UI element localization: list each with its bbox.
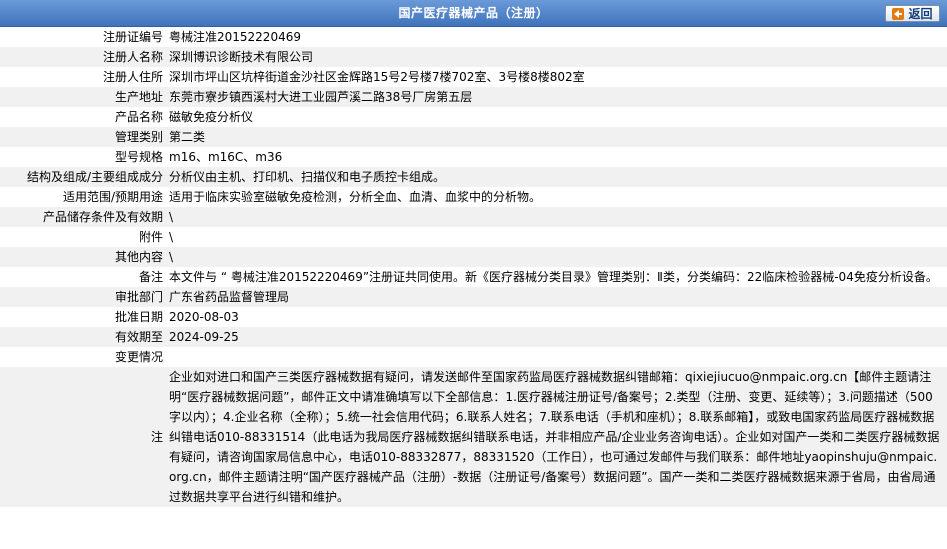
table-row: 型号规格 m16、m16C、m36: [0, 147, 947, 167]
field-value: 2024-09-25: [166, 327, 947, 347]
page-title: 国产医疗器械产品（注册）: [398, 6, 549, 20]
table-row: 批准日期 2020-08-03: [0, 307, 947, 327]
field-label: 变更情况: [0, 347, 166, 367]
field-value: 2020-08-03: [166, 307, 947, 327]
field-label: 注册人住所: [0, 67, 166, 87]
table-row: 注册人名称 深圳博识诊断技术有限公司: [0, 47, 947, 67]
field-value: m16、m16C、m36: [166, 147, 947, 167]
field-value: 广东省药品监督管理局: [166, 287, 947, 307]
table-row: 备注 本文件与 “ 粤械注准20152220469”注册证共同使用。新《医疗器械…: [0, 267, 947, 287]
field-value: 分析仪由主机、打印机、扫描仪和电子质控卡组成。: [166, 167, 947, 187]
table-row: 审批部门 广东省药品监督管理局: [0, 287, 947, 307]
table-row: 产品储存条件及有效期 \: [0, 207, 947, 227]
field-value: \: [166, 247, 947, 267]
field-value: \: [166, 207, 947, 227]
field-value: 东莞市寮步镇西溪村大进工业园芦溪二路38号厂房第五层: [166, 87, 947, 107]
table-row: 注 企业如对进口和国产三类医疗器械数据有疑问，请发送邮件至国家药监局医疗器械数据…: [0, 367, 947, 507]
field-value: 磁敏免疫分析仪: [166, 107, 947, 127]
field-value: 本文件与 “ 粤械注准20152220469”注册证共同使用。新《医疗器械分类目…: [166, 267, 947, 287]
field-label: 生产地址: [0, 87, 166, 107]
back-button[interactable]: 返回: [885, 5, 940, 22]
field-label: 备注: [0, 267, 166, 287]
field-value: 深圳市坪山区坑梓街道金沙社区金辉路15号2号楼7楼702室、3号楼8楼802室: [166, 67, 947, 87]
table-row: 生产地址 东莞市寮步镇西溪村大进工业园芦溪二路38号厂房第五层: [0, 87, 947, 107]
table-row: 管理类别 第二类: [0, 127, 947, 147]
field-value: [166, 347, 947, 367]
field-label: 注册人名称: [0, 47, 166, 67]
field-label: 附件: [0, 227, 166, 247]
field-label: 结构及组成/主要组成成分: [0, 167, 166, 187]
field-label: 型号规格: [0, 147, 166, 167]
field-value: 企业如对进口和国产三类医疗器械数据有疑问，请发送邮件至国家药监局医疗器械数据纠错…: [166, 367, 947, 507]
back-arrow-icon: [892, 7, 905, 20]
table-row: 注册证编号 粤械注准20152220469: [0, 27, 947, 47]
header-bar: 国产医疗器械产品（注册） 返回: [0, 0, 947, 27]
field-label: 注册证编号: [0, 27, 166, 47]
field-label: 有效期至: [0, 327, 166, 347]
field-label: 批准日期: [0, 307, 166, 327]
field-label: 产品储存条件及有效期: [0, 207, 166, 227]
table-row: 附件 \: [0, 227, 947, 247]
table-row: 有效期至 2024-09-25: [0, 327, 947, 347]
detail-table: 注册证编号 粤械注准20152220469 注册人名称 深圳博识诊断技术有限公司…: [0, 27, 947, 507]
field-value: \: [166, 227, 947, 247]
field-label: 管理类别: [0, 127, 166, 147]
field-label: 适用范围/预期用途: [0, 187, 166, 207]
field-label: 其他内容: [0, 247, 166, 267]
field-label: 注: [0, 367, 166, 507]
field-label: 产品名称: [0, 107, 166, 127]
field-value: 第二类: [166, 127, 947, 147]
table-row: 产品名称 磁敏免疫分析仪: [0, 107, 947, 127]
table-row: 注册人住所 深圳市坪山区坑梓街道金沙社区金辉路15号2号楼7楼702室、3号楼8…: [0, 67, 947, 87]
field-value: 适用于临床实验室磁敏免疫检测，分析全血、血清、血浆中的分析物。: [166, 187, 947, 207]
back-button-label: 返回: [908, 7, 933, 21]
table-row: 变更情况: [0, 347, 947, 367]
table-row: 结构及组成/主要组成成分 分析仪由主机、打印机、扫描仪和电子质控卡组成。: [0, 167, 947, 187]
table-row: 其他内容 \: [0, 247, 947, 267]
table-row: 适用范围/预期用途 适用于临床实验室磁敏免疫检测，分析全血、血清、血浆中的分析物…: [0, 187, 947, 207]
field-value: 粤械注准20152220469: [166, 27, 947, 47]
field-label: 审批部门: [0, 287, 166, 307]
detail-page: 国产医疗器械产品（注册） 返回 注册证编号 粤械注准20152220469 注册…: [0, 0, 947, 549]
field-value: 深圳博识诊断技术有限公司: [166, 47, 947, 67]
